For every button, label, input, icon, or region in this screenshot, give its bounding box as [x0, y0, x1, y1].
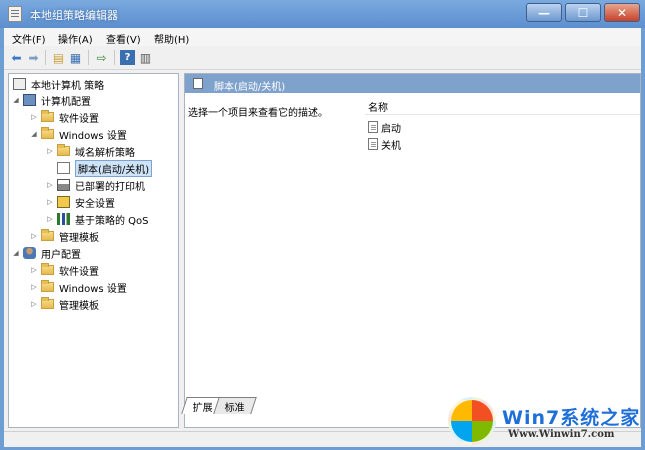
tree-node-security[interactable]: ▷ 安全设置 [45, 194, 115, 210]
policy-icon [13, 78, 26, 90]
toolbar-separator [45, 50, 46, 65]
security-icon [57, 196, 70, 208]
toolbar: ⬅ ➡ ▤ ▦ ⇨ ? ▥ [4, 46, 641, 70]
tree-node-windows-settings[interactable]: ◢ Windows 设置 [29, 126, 127, 142]
help-icon[interactable]: ? [120, 50, 135, 65]
export-list-icon[interactable]: ⇨ [94, 50, 109, 65]
script-file-icon [368, 138, 378, 150]
folder-icon [41, 110, 54, 122]
menu-help[interactable]: 帮助(H) [154, 31, 189, 46]
collapse-arrow-icon[interactable]: ◢ [11, 96, 21, 104]
folder-icon [41, 229, 54, 241]
folder-icon [41, 263, 54, 275]
user-icon [23, 247, 36, 259]
expand-arrow-icon[interactable]: ▷ [45, 147, 55, 155]
title-bar[interactable]: 本地组策略编辑器 — ☐ ✕ [0, 0, 645, 28]
menu-view[interactable]: 查看(V) [106, 31, 141, 46]
close-button[interactable]: ✕ [604, 3, 640, 22]
tree-node-software-settings[interactable]: ▷ 软件设置 [29, 109, 99, 125]
details-header: 脚本(启动/关机) [185, 74, 640, 93]
expand-arrow-icon[interactable]: ▷ [29, 283, 39, 291]
expand-arrow-icon[interactable]: ▷ [45, 181, 55, 189]
tree-node-user-config[interactable]: ◢ 用户配置 [11, 245, 81, 261]
minimize-button[interactable]: — [526, 3, 562, 22]
tree-node-user-admin[interactable]: ▷ 管理模板 [29, 296, 99, 312]
watermark-url: Www.Winwin7.com [508, 429, 615, 440]
expand-arrow-icon[interactable]: ▷ [29, 300, 39, 308]
maximize-button[interactable]: ☐ [565, 3, 601, 22]
details-header-title: 脚本(启动/关机) [214, 82, 286, 93]
folder-icon [41, 127, 54, 139]
selected-node-label: 脚本(启动/关机) [75, 159, 153, 177]
app-window: 本地组策略编辑器 — ☐ ✕ 文件(F) 操作(A) 查看(V) 帮助(H) ⬅… [0, 0, 645, 450]
description-text: 选择一个项目来查看它的描述。 [188, 108, 328, 119]
tree-node-qos[interactable]: ▷ 基于策略的 QoS [45, 211, 149, 227]
tree-node-admin-templates[interactable]: ▷ 管理模板 [29, 228, 99, 244]
collapse-arrow-icon[interactable]: ◢ [29, 130, 39, 138]
details-pane: 脚本(启动/关机) 选择一个项目来查看它的描述。 名称 启动 关机 [184, 73, 641, 428]
tree-node-dns-policy[interactable]: ▷ 域名解析策略 [45, 143, 135, 159]
expand-arrow-icon[interactable]: ▷ [45, 215, 55, 223]
back-icon[interactable]: ⬅ [9, 50, 24, 65]
script-icon [57, 162, 70, 174]
view-tabs: 扩展 标准 [181, 394, 257, 414]
folder-icon [41, 280, 54, 292]
forward-icon[interactable]: ➡ [26, 50, 41, 65]
show-hide-tree-icon[interactable]: ▦ [68, 50, 83, 65]
client-area: 文件(F) 操作(A) 查看(V) 帮助(H) ⬅ ➡ ▤ ▦ ⇨ ? ▥ 本地… [4, 28, 641, 447]
policy-editor-icon [8, 6, 22, 22]
folder-icon [57, 144, 70, 156]
list-item-startup[interactable]: 启动 [368, 120, 401, 135]
toolbar-separator [88, 50, 89, 65]
menu-bar: 文件(F) 操作(A) 查看(V) 帮助(H) [4, 28, 641, 46]
qos-chart-icon [57, 213, 70, 225]
tab-standard[interactable]: 标准 [213, 397, 257, 414]
properties-icon[interactable]: ▥ [138, 50, 153, 65]
script-icon [193, 78, 203, 89]
tree-node-scripts[interactable]: 脚本(启动/关机) [55, 159, 153, 177]
folder-icon [41, 297, 54, 309]
menu-action[interactable]: 操作(A) [58, 31, 93, 46]
up-folder-icon[interactable]: ▤ [51, 50, 66, 65]
tree-node-user-software[interactable]: ▷ 软件设置 [29, 262, 99, 278]
windows-logo-icon [448, 397, 496, 445]
watermark: Win7系统之家 Www.Winwin7.com [448, 394, 643, 448]
script-file-icon [368, 121, 378, 133]
expand-arrow-icon[interactable]: ▷ [29, 232, 39, 240]
expand-arrow-icon[interactable]: ▷ [29, 113, 39, 121]
tree-node-printers[interactable]: ▷ 已部署的打印机 [45, 177, 145, 193]
tree-node-root[interactable]: 本地计算机 策略 [11, 76, 104, 92]
expand-arrow-icon[interactable]: ▷ [45, 198, 55, 206]
tree-pane: 本地计算机 策略 ◢ 计算机配置 ▷ 软件设置 ◢ Windows 设置 ▷ 域… [8, 73, 179, 428]
watermark-brand: Win7系统之家 [502, 407, 641, 429]
menu-file[interactable]: 文件(F) [12, 31, 46, 46]
printer-icon [57, 179, 70, 191]
toolbar-separator [114, 50, 115, 65]
list-item-shutdown[interactable]: 关机 [368, 137, 401, 152]
collapse-arrow-icon[interactable]: ◢ [11, 249, 21, 257]
window-title: 本地组策略编辑器 [30, 9, 118, 22]
computer-icon [23, 94, 36, 106]
tree-node-user-windows[interactable]: ▷ Windows 设置 [29, 279, 127, 295]
tree-node-computer-config[interactable]: ◢ 计算机配置 [11, 92, 91, 108]
column-header-name[interactable]: 名称 [365, 96, 640, 115]
expand-arrow-icon[interactable]: ▷ [29, 266, 39, 274]
